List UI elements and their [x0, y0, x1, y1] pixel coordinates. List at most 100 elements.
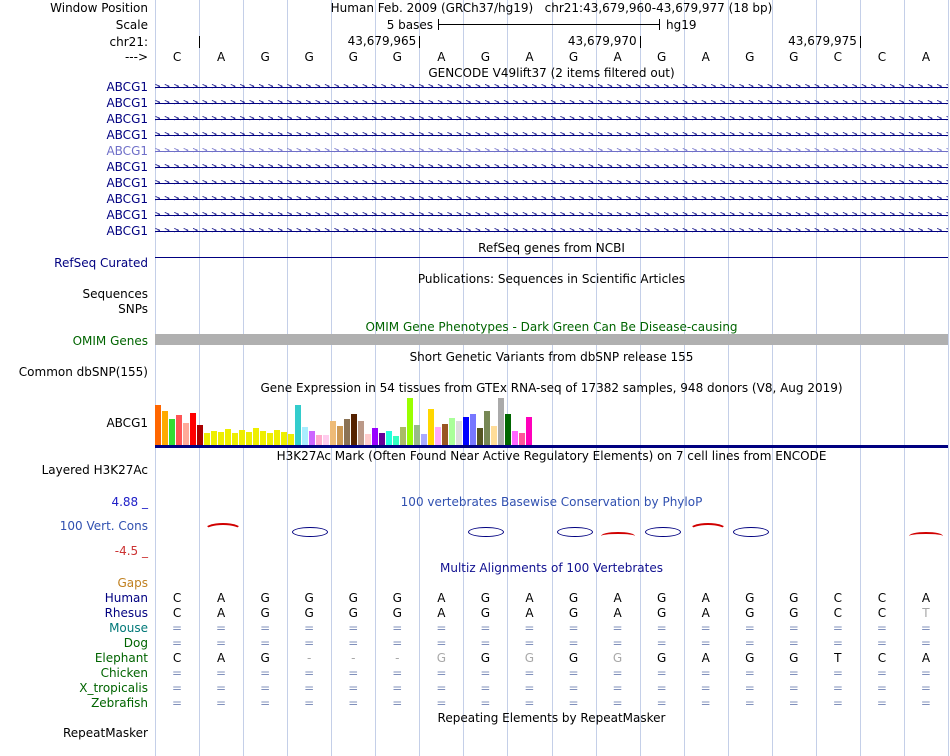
- gencode-transcript[interactable]: >>>>>>>>>>>>>>>>>>>>>>>>>>>>>>>>>>>>>>>>…: [155, 143, 948, 159]
- gencode-transcript-label[interactable]: ABCG1: [0, 176, 148, 190]
- gtex-expression-bar[interactable]: [386, 431, 392, 445]
- gtex-expression-bar[interactable]: [337, 426, 343, 445]
- gtex-expression-bar[interactable]: [169, 419, 175, 445]
- gencode-transcript-label[interactable]: ABCG1: [0, 208, 148, 222]
- gtex-expression-bar[interactable]: [267, 433, 273, 445]
- gencode-transcript[interactable]: >>>>>>>>>>>>>>>>>>>>>>>>>>>>>>>>>>>>>>>>…: [155, 207, 948, 223]
- gtex-expression-bar[interactable]: [225, 429, 231, 445]
- alignment-cell: =: [171, 636, 183, 650]
- multiz-species-label[interactable]: Elephant: [0, 651, 148, 665]
- gtex-expression-bar[interactable]: [274, 430, 280, 445]
- gtex-expression-bar[interactable]: [407, 398, 413, 445]
- repeatmasker-label[interactable]: RepeatMasker: [0, 726, 148, 740]
- gtex-expression-bar[interactable]: [197, 425, 203, 445]
- gencode-transcript[interactable]: >>>>>>>>>>>>>>>>>>>>>>>>>>>>>>>>>>>>>>>>…: [155, 95, 948, 111]
- multiz-species-label[interactable]: Mouse: [0, 621, 148, 635]
- gtex-expression-bar[interactable]: [260, 431, 266, 445]
- gtex-expression-bar[interactable]: [302, 427, 308, 445]
- gencode-transcript-label[interactable]: ABCG1: [0, 128, 148, 142]
- multiz-species-label[interactable]: Zebrafish: [0, 696, 148, 710]
- gtex-expression-bar[interactable]: [498, 398, 504, 445]
- gtex-expression-bar[interactable]: [421, 434, 427, 445]
- multiz-species-label[interactable]: Human: [0, 591, 148, 605]
- gtex-expression-bar[interactable]: [309, 431, 315, 445]
- gtex-expression-bar[interactable]: [281, 432, 287, 445]
- gtex-expression-bar[interactable]: [526, 417, 532, 445]
- gtex-expression-bar[interactable]: [379, 433, 385, 445]
- gtex-expression-bar[interactable]: [491, 426, 497, 445]
- gtex-expression-bar[interactable]: [365, 434, 371, 445]
- gencode-transcript[interactable]: >>>>>>>>>>>>>>>>>>>>>>>>>>>>>>>>>>>>>>>>…: [155, 175, 948, 191]
- gtex-expression-bar[interactable]: [288, 434, 294, 445]
- alignment-cell: =: [920, 681, 931, 695]
- gtex-expression-bar[interactable]: [218, 432, 224, 445]
- gtex-expression-bar[interactable]: [400, 427, 406, 445]
- gtex-expression-bar[interactable]: [393, 436, 399, 445]
- layered-h3k27ac-label[interactable]: Layered H3K27Ac: [0, 463, 148, 477]
- gtex-expression-bar[interactable]: [246, 432, 252, 445]
- gtex-expression-bar[interactable]: [253, 428, 259, 445]
- gtex-expression-bar[interactable]: [155, 405, 161, 445]
- gencode-transcript-label[interactable]: ABCG1: [0, 112, 148, 126]
- gencode-transcript-label[interactable]: ABCG1: [0, 160, 148, 174]
- gencode-transcript[interactable]: >>>>>>>>>>>>>>>>>>>>>>>>>>>>>>>>>>>>>>>>…: [155, 79, 948, 95]
- omim-genes-dense-bar[interactable]: [155, 334, 948, 345]
- gtex-expression-bar[interactable]: [449, 418, 455, 445]
- gtex-expression-bar[interactable]: [204, 433, 210, 445]
- multiz-species-label[interactable]: Dog: [0, 636, 148, 650]
- alignment-cell: G: [260, 651, 270, 665]
- gtex-expression-bar[interactable]: [162, 411, 168, 445]
- publications-snps-label[interactable]: SNPs: [0, 302, 148, 316]
- gtex-expression-bar[interactable]: [239, 430, 245, 445]
- gtex-expression-bar[interactable]: [176, 415, 182, 445]
- gencode-transcript-label[interactable]: ABCG1: [0, 192, 148, 206]
- gencode-transcript[interactable]: >>>>>>>>>>>>>>>>>>>>>>>>>>>>>>>>>>>>>>>>…: [155, 111, 948, 127]
- gencode-transcript[interactable]: >>>>>>>>>>>>>>>>>>>>>>>>>>>>>>>>>>>>>>>>…: [155, 191, 948, 207]
- gencode-transcript-label[interactable]: ABCG1: [0, 144, 148, 158]
- gtex-expression-bar[interactable]: [183, 423, 189, 445]
- gtex-expression-bar[interactable]: [316, 435, 322, 445]
- gencode-transcript[interactable]: >>>>>>>>>>>>>>>>>>>>>>>>>>>>>>>>>>>>>>>>…: [155, 127, 948, 143]
- gtex-expression-bar[interactable]: [414, 425, 420, 445]
- gtex-expression-bar[interactable]: [484, 411, 490, 445]
- gencode-transcript-label[interactable]: ABCG1: [0, 224, 148, 238]
- multiz-species-label[interactable]: X_tropicalis: [0, 681, 148, 695]
- gtex-expression-bar[interactable]: [512, 431, 518, 445]
- gencode-transcript-label[interactable]: ABCG1: [0, 96, 148, 110]
- gtex-expression-bar[interactable]: [428, 409, 434, 445]
- gtex-expression-bar[interactable]: [323, 435, 329, 445]
- gtex-expression-bar[interactable]: [519, 433, 525, 445]
- gencode-transcript[interactable]: >>>>>>>>>>>>>>>>>>>>>>>>>>>>>>>>>>>>>>>>…: [155, 159, 948, 175]
- alignment-cell: =: [832, 666, 843, 680]
- refseq-curated-label[interactable]: RefSeq Curated: [0, 256, 148, 270]
- gtex-expression-bar[interactable]: [211, 431, 217, 445]
- gtex-expression-bar[interactable]: [351, 414, 357, 445]
- multiz-species-label[interactable]: Rhesus: [0, 606, 148, 620]
- publications-sequences-label[interactable]: Sequences: [0, 287, 148, 301]
- vert-cons-label[interactable]: 100 Vert. Cons: [0, 519, 148, 533]
- gencode-transcript[interactable]: >>>>>>>>>>>>>>>>>>>>>>>>>>>>>>>>>>>>>>>>…: [155, 223, 948, 239]
- gtex-expression-bar[interactable]: [442, 424, 448, 445]
- gtex-expression-bar[interactable]: [330, 421, 336, 445]
- gtex-expression-bar[interactable]: [295, 405, 301, 445]
- gtex-expression-bar[interactable]: [232, 433, 238, 445]
- gtex-expression-bar[interactable]: [477, 428, 483, 445]
- gtex-expression-bar[interactable]: [372, 428, 378, 445]
- alignment-cell: =: [524, 636, 535, 650]
- gtex-expression-bar[interactable]: [344, 419, 350, 445]
- multiz-gaps-label[interactable]: Gaps: [0, 576, 148, 590]
- gtex-expression-bar[interactable]: [435, 427, 441, 445]
- gtex-expression-bar[interactable]: [456, 421, 462, 445]
- refseq-curated-dense-line[interactable]: [155, 257, 948, 258]
- common-dbsnp-label[interactable]: Common dbSNP(155): [0, 365, 148, 379]
- scale-bases-label: 5 bases: [386, 18, 433, 32]
- gtex-expression-bar[interactable]: [470, 414, 476, 445]
- multiz-species-label[interactable]: Chicken: [0, 666, 148, 680]
- gtex-expression-bar[interactable]: [190, 413, 196, 445]
- gtex-expression-bar[interactable]: [463, 417, 469, 445]
- gtex-expression-bar[interactable]: [505, 414, 511, 445]
- omim-genes-label[interactable]: OMIM Genes: [0, 334, 148, 348]
- gtex-expression-bar[interactable]: [358, 421, 364, 445]
- gtex-gene-label[interactable]: ABCG1: [0, 416, 148, 430]
- gencode-transcript-label[interactable]: ABCG1: [0, 80, 148, 94]
